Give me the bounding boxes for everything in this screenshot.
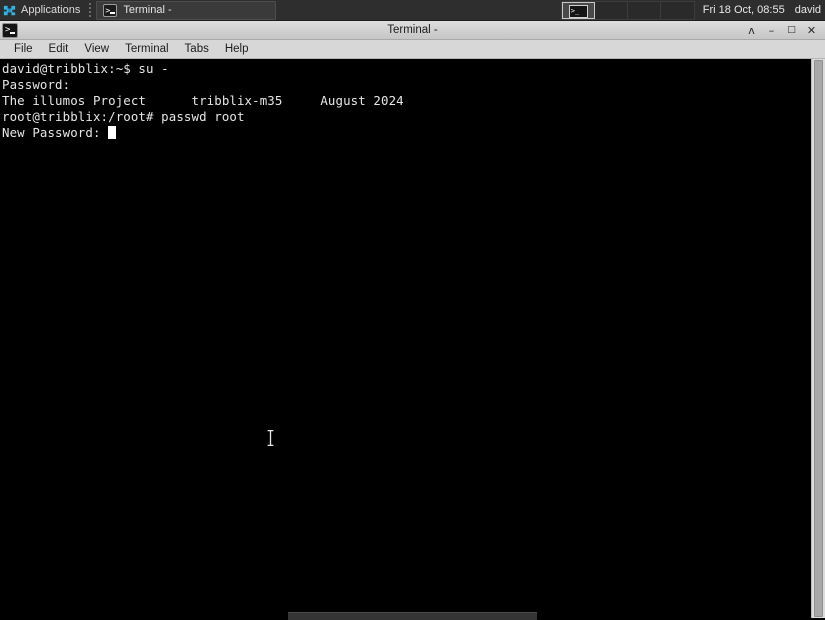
window-title: Terminal - [387, 23, 438, 36]
terminal-output: david@tribblix:~$ su - Password: The illum… [2, 61, 811, 141]
workspace-2-button[interactable] [594, 1, 628, 19]
applications-menu-label: Applications [21, 3, 81, 16]
menu-file[interactable]: File [6, 40, 41, 59]
terminal-icon [103, 3, 118, 17]
window-buttons-group: ʌ – □ ✕ [746, 24, 825, 37]
workspace-3-button[interactable] [627, 1, 661, 19]
window-titlebar[interactable]: Terminal - ʌ – □ ✕ [0, 21, 825, 40]
scrollbar-thumb[interactable] [814, 60, 823, 617]
shade-button[interactable]: ʌ [746, 24, 757, 37]
workspace-1-button[interactable] [561, 1, 595, 19]
workspace-4-button[interactable] [660, 1, 694, 19]
terminal-line: david@tribblix:~$ su - [2, 61, 169, 76]
tasklist-button-label: Terminal - [123, 4, 172, 16]
terminal-line: root@tribblix:/root# passwd root [2, 109, 245, 124]
menu-tabs[interactable]: Tabs [177, 40, 217, 59]
clock-label[interactable]: Fri 18 Oct, 08:55 [703, 4, 785, 16]
terminal-screen[interactable]: david@tribblix:~$ su - Password: The illum… [0, 59, 811, 618]
minimize-button[interactable]: – [766, 24, 777, 37]
xfce-mouse-icon [2, 3, 17, 18]
menu-terminal[interactable]: Terminal [117, 40, 176, 59]
panel-left-group: Applications Terminal - [0, 0, 277, 21]
username-label[interactable]: david [795, 4, 821, 16]
terminal-line: New Password: [2, 125, 811, 141]
terminal-line: The illumos Project tribblix-m35 August … [2, 93, 404, 108]
menu-edit[interactable]: Edit [41, 40, 77, 59]
desktop-screen: Applications Terminal - Fri 18 Oct, 08:5… [0, 0, 825, 620]
mouse-pointer-ibeam [266, 428, 275, 448]
terminal-icon [2, 22, 18, 38]
terminal-cursor [108, 126, 117, 139]
applications-menu-button[interactable]: Applications [0, 0, 85, 21]
workspace-window-thumbnail [568, 4, 588, 18]
workspace-pager[interactable] [560, 0, 695, 20]
close-button[interactable]: ✕ [806, 24, 817, 37]
panel-right-group: Fri 18 Oct, 08:55 david [695, 0, 825, 21]
menu-help[interactable]: Help [217, 40, 257, 59]
terminal-body: david@tribblix:~$ su - Password: The illum… [0, 59, 825, 618]
menu-view[interactable]: View [76, 40, 117, 59]
tasklist-button-terminal[interactable]: Terminal - [96, 0, 277, 20]
panel-handle[interactable] [87, 1, 92, 20]
maximize-button[interactable]: □ [786, 24, 797, 37]
terminal-window: Terminal - ʌ – □ ✕ File Edit View Termin… [0, 21, 825, 619]
terminal-scrollbar[interactable] [811, 59, 825, 618]
terminal-line: Password: [2, 77, 71, 92]
top-panel: Applications Terminal - Fri 18 Oct, 08:5… [0, 0, 825, 21]
menubar: File Edit View Terminal Tabs Help [0, 40, 825, 59]
